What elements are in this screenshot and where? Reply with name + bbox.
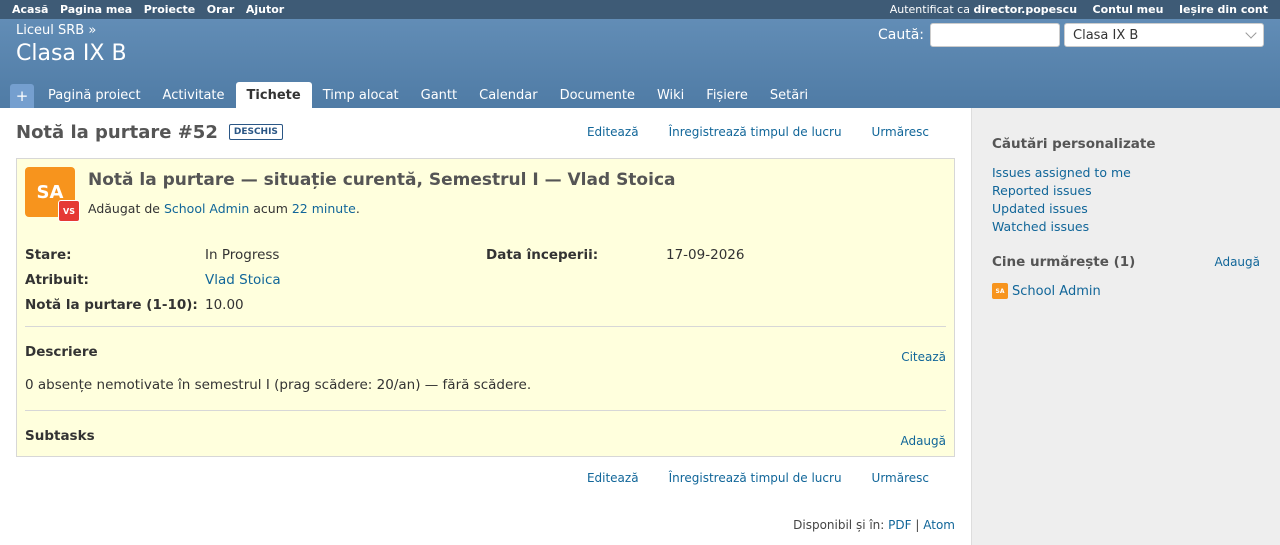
description-header: Descriere Citează [25, 338, 946, 364]
other-formats: Disponibil și în: PDF | Atom [793, 518, 955, 532]
query-reported[interactable]: Reported issues [992, 183, 1092, 198]
content: Notă la purtare #52 DESCHIS Editează Înr… [0, 108, 971, 545]
tab-calendar[interactable]: Calendar [468, 82, 548, 108]
top-link-home[interactable]: Acasă [12, 3, 48, 16]
issue-author-line: Adăugat de School Admin acum 22 minute. [88, 201, 676, 216]
my-account-link[interactable]: Contul meu [1093, 3, 1164, 16]
ago-suffix: . [355, 201, 360, 216]
watch-link-bottom[interactable]: Urmăresc [872, 471, 929, 485]
status-badge: DESCHIS [228, 124, 283, 140]
logged-as: Autentificat ca director.popescu [890, 3, 1077, 16]
ago-link[interactable]: 22 minute [292, 201, 356, 216]
queries-list: Issues assigned to me Reported issues Up… [992, 164, 1260, 236]
log-time-link[interactable]: Înregistrează timpul de lucru [669, 125, 842, 139]
queries-title: Căutări personalizate [992, 136, 1156, 152]
chevron-down-icon [1245, 27, 1257, 39]
main-menu: + Pagină proiect Activitate Tichete Timp… [10, 82, 819, 108]
query-assigned-to-me[interactable]: Issues assigned to me [992, 165, 1131, 180]
tab-wiki[interactable]: Wiki [646, 82, 695, 108]
top-menu-right: Autentificat ca director.popescu Contul … [890, 3, 1268, 16]
watcher-item: SA School Admin [992, 283, 1260, 299]
top-link-my-page[interactable]: Pagina mea [60, 3, 132, 16]
parent-project-link[interactable]: Liceul SRB » [16, 23, 96, 38]
author-avatar: SA VS [25, 167, 80, 222]
edit-link-bottom[interactable]: Editează [587, 471, 639, 485]
atom-link[interactable]: Atom [923, 518, 955, 532]
divider [25, 326, 946, 327]
start-date-label: Data începerii: [486, 247, 599, 263]
tab-documents[interactable]: Documente [549, 82, 646, 108]
tab-issues[interactable]: Tichete [235, 82, 312, 108]
top-menu: Acasă Pagina mea Proiecte Orar Ajutor Au… [0, 0, 1280, 19]
issue-box: SA VS Notă la purtare — situație curentă… [16, 158, 955, 457]
issue-attributes: Stare: In Progress Data începerii: 17-09… [25, 247, 946, 313]
issue-actions-bottom: Editează Înregistrează timpul de lucru U… [16, 471, 929, 485]
top-link-schedule[interactable]: Orar [207, 3, 235, 16]
top-link-help[interactable]: Ajutor [246, 3, 284, 16]
tab-files[interactable]: Fișiere [695, 82, 759, 108]
watchers-header: Cine urmărește (1) Adaugă [992, 254, 1260, 270]
tab-overview[interactable]: Pagină proiect [37, 82, 152, 108]
top-menu-left: Acasă Pagina mea Proiecte Orar Ajutor [12, 3, 292, 16]
search-input[interactable] [930, 23, 1060, 47]
issue-title-row: Notă la purtare #52 DESCHIS Editează Înr… [16, 120, 955, 144]
ago-prefix: acum [253, 201, 288, 216]
watcher-avatar: SA [992, 283, 1008, 299]
quote-link[interactable]: Citează [901, 350, 946, 364]
main: Notă la purtare #52 DESCHIS Editează Înr… [0, 108, 1280, 545]
issue-head: SA VS Notă la purtare — situație curentă… [25, 167, 946, 222]
assignee-avatar: VS [58, 200, 80, 222]
query-updated[interactable]: Updated issues [992, 201, 1088, 216]
tab-activity[interactable]: Activitate [152, 82, 236, 108]
query-watched[interactable]: Watched issues [992, 219, 1089, 234]
edit-link[interactable]: Editează [587, 125, 639, 139]
tab-gantt[interactable]: Gantt [410, 82, 468, 108]
issue-heading: Notă la purtare #52 [16, 121, 218, 143]
subtasks-header: Subtasks Adaugă [25, 422, 946, 448]
assignee-link[interactable]: Vlad Stoica [205, 272, 281, 288]
project-jump-value: Clasa IX B [1073, 27, 1139, 43]
new-object-button[interactable]: + [10, 84, 34, 108]
project-title: Clasa IX B [16, 41, 127, 66]
logged-as-prefix: Autentificat ca [889, 3, 970, 16]
logged-username[interactable]: director.popescu [973, 3, 1077, 16]
watchers-title: Cine urmărește (1) [992, 254, 1136, 270]
logout-link[interactable]: Ieșire din cont [1179, 3, 1268, 16]
description-title: Descriere [25, 344, 98, 360]
grade-label: Notă la purtare (1-10): [25, 297, 198, 313]
issue-subject: Notă la purtare — situație curentă, Seme… [88, 170, 676, 190]
description-text: 0 absențe nemotivate în semestrul I (pra… [25, 377, 532, 393]
added-by-label: Adăugat de [88, 201, 160, 216]
quick-search: Caută: Clasa IX B [878, 23, 1264, 47]
assignee-label: Atribuit: [25, 272, 89, 288]
add-subtask-link[interactable]: Adaugă [900, 434, 946, 448]
assignee-value: Vlad Stoica [205, 272, 486, 288]
format-separator: | [915, 518, 920, 532]
watch-link[interactable]: Urmăresc [872, 125, 929, 139]
subtasks-title: Subtasks [25, 428, 95, 444]
log-time-link-bottom[interactable]: Înregistrează timpul de lucru [669, 471, 842, 485]
status-value: In Progress [205, 247, 280, 263]
tab-settings[interactable]: Setări [759, 82, 819, 108]
sidebar: Căutări personalizate Issues assigned to… [971, 108, 1280, 545]
top-link-projects[interactable]: Proiecte [144, 3, 196, 16]
header: Liceul SRB » Clasa IX B Caută: Clasa IX … [0, 19, 1280, 108]
pdf-link[interactable]: PDF [888, 518, 911, 532]
tab-time-entries[interactable]: Timp alocat [312, 82, 410, 108]
grade-value: 10.00 [205, 297, 244, 313]
author-link[interactable]: School Admin [164, 201, 249, 216]
add-watcher-link[interactable]: Adaugă [1214, 255, 1260, 269]
start-date-value: 17-09-2026 [666, 247, 745, 263]
project-jump-select[interactable]: Clasa IX B [1064, 23, 1264, 47]
status-label: Stare: [25, 247, 72, 263]
issue-actions-top: Editează Înregistrează timpul de lucru U… [587, 125, 929, 139]
issue-subject-block: Notă la purtare — situație curentă, Seme… [88, 167, 676, 217]
search-label: Caută: [877, 27, 924, 43]
watcher-link[interactable]: School Admin [1012, 284, 1101, 299]
other-formats-label: Disponibil și în: [793, 518, 885, 532]
divider [25, 410, 946, 411]
